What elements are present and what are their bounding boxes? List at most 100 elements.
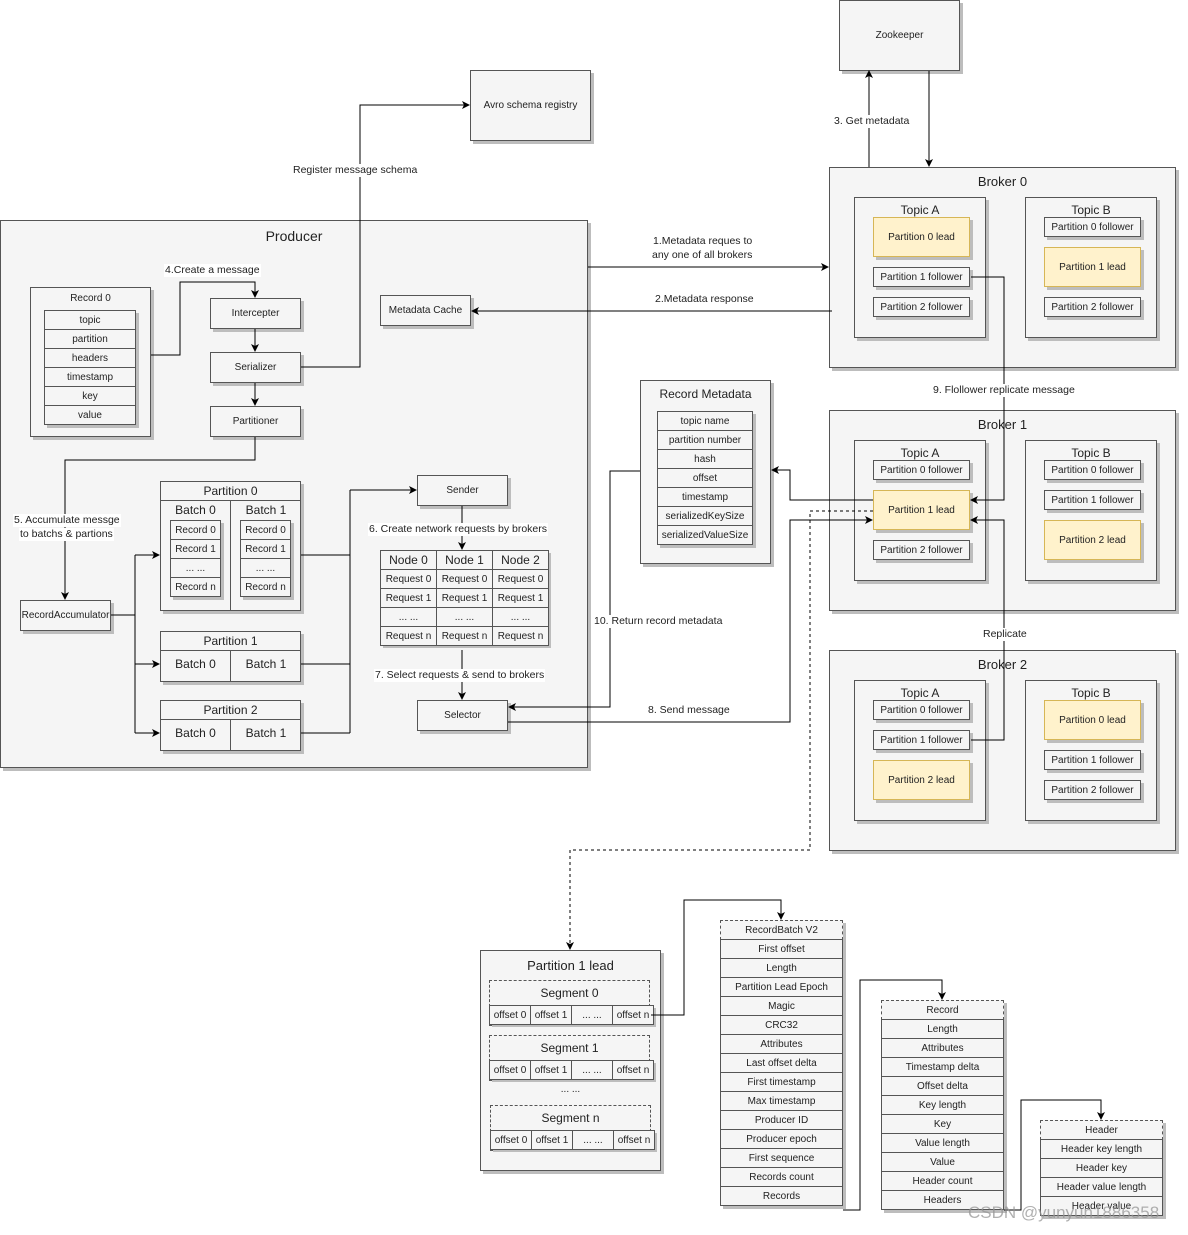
partition-follower: Partition 0 follower bbox=[873, 460, 970, 480]
partition-lead-title: Partition 1 lead bbox=[527, 958, 614, 973]
record-batch-field: Magic bbox=[720, 996, 843, 1016]
record-metadata-fields: topic name partition number hash offset time… bbox=[657, 411, 753, 545]
label-metadata-request-2: any one of all brokers bbox=[651, 249, 754, 262]
offset-cell: offset 0 bbox=[490, 1130, 532, 1150]
batch-record: Record n bbox=[240, 577, 291, 597]
request-cell: Request 1 bbox=[492, 588, 549, 608]
intercepter-label: Intercepter bbox=[231, 308, 280, 319]
node-header: Node 1 bbox=[436, 550, 493, 570]
offset-cell: offset 0 bbox=[489, 1005, 531, 1025]
header-field: Header value length bbox=[1040, 1177, 1163, 1197]
record-field: Timestamp delta bbox=[881, 1057, 1004, 1077]
partition-follower: Partition 2 follower bbox=[1044, 780, 1141, 800]
record-batch-field: CRC32 bbox=[720, 1015, 843, 1035]
record-batch-field: RecordBatch V2 bbox=[720, 920, 843, 940]
label-replicate: Replicate bbox=[982, 628, 1028, 641]
request-cell: ... ... bbox=[380, 607, 437, 627]
partition-follower: Partition 0 follower bbox=[1044, 217, 1141, 237]
record0-field: headers bbox=[44, 348, 136, 368]
label-accumulate-1: 5. Accumulate messge bbox=[13, 514, 121, 527]
offset-cell: offset 1 bbox=[530, 1060, 572, 1080]
batch-1-title: Batch 1 bbox=[245, 503, 287, 517]
watermark: CSDN @yunyun1886358 bbox=[968, 1203, 1160, 1222]
record-metadata-field: partition number bbox=[657, 430, 753, 450]
sender-label: Sender bbox=[446, 485, 479, 496]
header-field: Header key bbox=[1040, 1158, 1163, 1178]
request-cell: Request 0 bbox=[436, 569, 493, 589]
record0-title: Record 0 bbox=[70, 293, 111, 304]
batch-1-records: Record 0 Record 1... ... Record n bbox=[240, 520, 291, 597]
segment-title: Segment 0 bbox=[540, 986, 599, 1000]
batch-record: ... ... bbox=[240, 558, 291, 578]
record-batch-field: First sequence bbox=[720, 1148, 843, 1168]
partition-lead: Partition 1 lead bbox=[873, 490, 970, 530]
node-header: Node 2 bbox=[492, 550, 549, 570]
broker-title: Broker 2 bbox=[977, 657, 1028, 672]
offset-cell: ... ... bbox=[571, 1005, 613, 1025]
metadata-cache-box: Metadata Cache bbox=[380, 295, 471, 326]
request-cell: ... ... bbox=[492, 607, 549, 627]
offset-cell: ... ... bbox=[571, 1060, 613, 1080]
record-field: Record bbox=[881, 1000, 1004, 1020]
selector-label: Selector bbox=[444, 710, 481, 721]
label-follower-replicate: 9. Flollower replicate message bbox=[932, 384, 1076, 397]
record-field: Value bbox=[881, 1152, 1004, 1172]
record0-field: timestamp bbox=[44, 367, 136, 387]
record-metadata-field: topic name bbox=[657, 411, 753, 431]
batch-0-title: Batch 0 bbox=[175, 503, 216, 517]
avro-label: Avro schema registry bbox=[483, 100, 578, 111]
partition-1-title: Partition 1 bbox=[161, 632, 300, 651]
record-batch-field: Producer ID bbox=[720, 1110, 843, 1130]
topic-title: Topic B bbox=[1071, 446, 1111, 460]
broker-title: Broker 0 bbox=[977, 174, 1028, 189]
partition-lead: Partition 2 lead bbox=[1044, 520, 1141, 560]
zookeeper-label: Zookeeper bbox=[875, 30, 924, 41]
record-field: Key bbox=[881, 1114, 1004, 1134]
label-register-schema: Register message schema bbox=[292, 164, 419, 177]
label-metadata-request-1: 1.Metadata reques to bbox=[652, 235, 754, 248]
broker-title: Broker 1 bbox=[977, 417, 1028, 432]
record-batch-v2: RecordBatch V2 First offset Length Partitio… bbox=[720, 920, 843, 1206]
label-get-metadata: 3. Get metadata bbox=[833, 115, 911, 128]
record-batch-field: Last offset delta bbox=[720, 1053, 843, 1073]
batch-0-records: Record 0 Record 1... ... Record n bbox=[170, 520, 221, 597]
record-metadata-field: serializedKeySize bbox=[657, 506, 753, 526]
partition-lead: Partition 2 lead bbox=[873, 760, 970, 800]
partition-follower: Partition 2 follower bbox=[873, 297, 970, 317]
batch-0-title: Batch 0 bbox=[175, 726, 216, 740]
record0-fields: topic partition headers timestamp key value bbox=[44, 310, 136, 425]
record-batch-field: Records bbox=[720, 1186, 843, 1206]
offset-cell: offset 0 bbox=[489, 1060, 531, 1080]
intercepter-box: Intercepter bbox=[210, 298, 301, 329]
lead-detail-dashed-arrow bbox=[566, 510, 873, 950]
segment-offsets: offset 0 offset 1... ... offset n bbox=[489, 1060, 654, 1080]
partition-follower: Partition 1 follower bbox=[1044, 490, 1141, 510]
record-batch-field: Records count bbox=[720, 1167, 843, 1187]
accumulator-partition-2: Partition 2 Batch 0 Batch 1 bbox=[160, 700, 301, 751]
batch-record: Record 1 bbox=[170, 539, 221, 559]
record-field: Header count bbox=[881, 1171, 1004, 1191]
accumulator-partition-1: Partition 1 Batch 0 Batch 1 bbox=[160, 631, 301, 682]
batch-record: Record 1 bbox=[240, 539, 291, 559]
node-header: Node 0 bbox=[380, 550, 437, 570]
label-metadata-response: 2.Metadata response bbox=[654, 293, 755, 306]
batch-record: ... ... bbox=[170, 558, 221, 578]
label-return-metadata: 10. Return record metadata bbox=[593, 615, 724, 628]
header-field: Header bbox=[1040, 1120, 1163, 1140]
record-metadata-field: offset bbox=[657, 468, 753, 488]
record0-field: partition bbox=[44, 329, 136, 349]
segment-ellipsis: ... ... bbox=[560, 1084, 581, 1095]
serializer-box: Serializer bbox=[210, 352, 301, 383]
record-structure: Record Length Attributes Timestamp delta Off… bbox=[881, 1000, 1004, 1210]
request-cell: Request n bbox=[436, 626, 493, 646]
segment-title: Segment n bbox=[541, 1111, 600, 1125]
record-batch-field: First timestamp bbox=[720, 1072, 843, 1092]
kafka-producer-diagram: Zookeeper Avro schema registry Producer … bbox=[0, 0, 1188, 1235]
partition-follower: Partition 0 follower bbox=[873, 700, 970, 720]
sender-box: Sender bbox=[417, 475, 508, 506]
record-batch-field: Producer epoch bbox=[720, 1129, 843, 1149]
topic-title: Topic A bbox=[900, 203, 940, 217]
segment-title: Segment 1 bbox=[540, 1041, 599, 1055]
batch-1-title: Batch 1 bbox=[245, 657, 287, 671]
partitioner-box: Partitioner bbox=[210, 406, 301, 437]
